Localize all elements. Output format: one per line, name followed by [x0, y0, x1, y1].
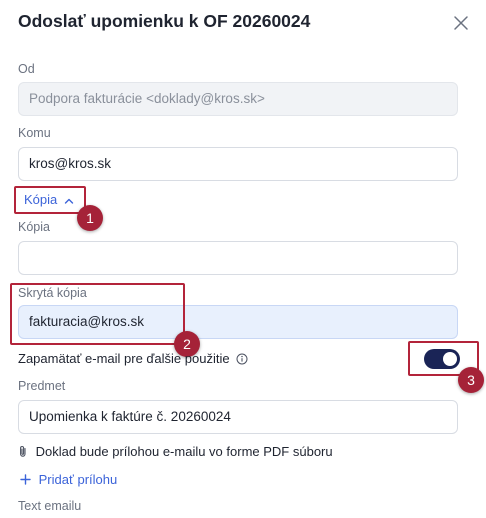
cc-field[interactable] [18, 241, 458, 275]
attachment-note: Doklad bude prílohou e-mailu vo forme PD… [18, 444, 333, 461]
from-label: Od [18, 62, 35, 76]
close-icon[interactable] [450, 12, 472, 34]
subject-label: Predmet [18, 379, 66, 393]
email-text-label: Text emailu [18, 499, 82, 513]
remember-label: Zapamätať e-mail pre ďalšie použitie [18, 351, 230, 366]
remember-option: Zapamätať e-mail pre ďalšie použitie [18, 351, 248, 368]
from-field: Podpora fakturácie <doklady@kros.sk> [18, 82, 458, 116]
attachment-note-text: Doklad bude prílohou e-mailu vo forme PD… [35, 444, 333, 459]
add-attachment-label: Pridať prílohu [38, 472, 118, 487]
paperclip-icon [18, 445, 28, 461]
plus-icon [20, 473, 31, 488]
dialog-title: Odoslať upomienku k OF 20260024 [18, 11, 311, 31]
cc-label: Kópia [18, 220, 50, 234]
subject-field[interactable]: Upomienka k faktúre č. 20260024 [18, 400, 458, 434]
info-icon[interactable] [236, 353, 248, 368]
add-attachment-link[interactable]: Pridať prílohu [20, 472, 117, 488]
annotation-box-1 [14, 186, 86, 214]
to-label: Komu [18, 126, 51, 140]
annotation-badge-1: 1 [77, 205, 103, 231]
annotation-badge-3: 3 [458, 367, 484, 393]
annotation-box-2 [10, 283, 185, 345]
to-field[interactable]: kros@kros.sk [18, 147, 458, 181]
